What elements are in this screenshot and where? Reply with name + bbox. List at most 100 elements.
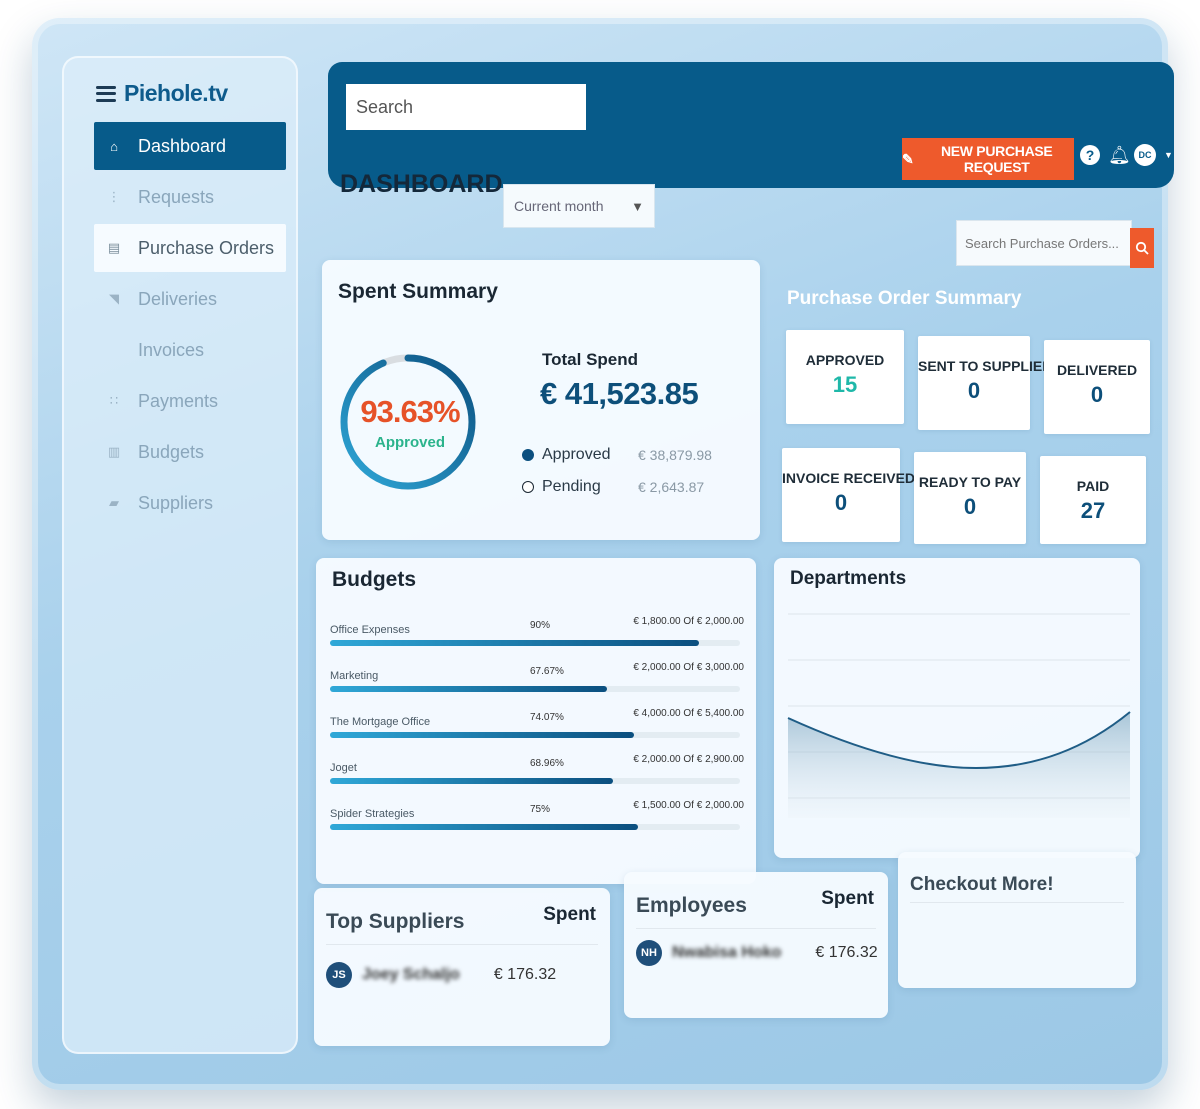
- sidebar-item-invoices[interactable]: Invoices: [94, 326, 286, 374]
- divider: [636, 928, 876, 929]
- budget-progress-track: [330, 732, 740, 738]
- po-status-approved[interactable]: APPROVED 15: [786, 330, 904, 424]
- sidebar-item-label: Requests: [138, 186, 215, 207]
- payments-icon: ∷: [109, 393, 119, 408]
- legend-pending: Pending € 2,643.87: [522, 478, 704, 496]
- home-icon: ⌂: [110, 138, 118, 154]
- po-status-label: PAID: [1076, 478, 1110, 494]
- sidebar-item-label: Payments: [138, 390, 219, 411]
- purchase-order-search-button[interactable]: [1130, 228, 1154, 268]
- brand-logo: Piehole.tv: [124, 80, 228, 106]
- budget-progress-track: [330, 824, 740, 830]
- po-status-paid[interactable]: PAID 27: [1040, 456, 1146, 544]
- chevron-down-icon[interactable]: ▼: [1164, 150, 1173, 160]
- budget-name: Spider Strategies: [330, 808, 415, 820]
- budget-row: Marketing 67.67% € 2,000.00 Of € 3,000.0…: [330, 662, 744, 700]
- new-purchase-request-label: NEW PURCHASE REQUEST: [940, 143, 1053, 175]
- employees-card: Employees Spent NH Nwabisa Hoko € 176.32: [624, 872, 888, 1018]
- employee-spent: € 176.32: [815, 944, 878, 961]
- budget-percent: 68.96%: [530, 758, 564, 769]
- document-icon: ▤: [107, 240, 121, 255]
- period-select[interactable]: Current month ▼: [503, 184, 655, 228]
- checkout-more-title: Checkout More!: [910, 874, 1054, 895]
- budgets-title: Budgets: [332, 568, 416, 591]
- search-icon: [1135, 241, 1149, 255]
- po-status-value: 27: [1080, 498, 1106, 523]
- top-suppliers-title: Top Suppliers: [326, 910, 465, 933]
- sidebar-item-dashboard[interactable]: ⌂ Dashboard: [94, 122, 286, 170]
- purchase-order-summary-title: Purchase Order Summary: [787, 288, 1022, 309]
- po-status-ready-to-pay[interactable]: READY TO PAY 0: [914, 452, 1026, 544]
- budget-name: Office Expenses: [330, 624, 410, 636]
- menu-icon[interactable]: [96, 85, 116, 102]
- sidebar-item-label: Suppliers: [138, 492, 214, 513]
- employees-spent-header: Spent: [821, 888, 874, 909]
- employees-title: Employees: [636, 894, 747, 917]
- list-item[interactable]: JS Joey Schaljo € 176.32: [326, 962, 556, 988]
- legend-pending-value: € 2,643.87: [638, 479, 705, 495]
- deliveries-icon: ◥: [109, 291, 119, 306]
- budget-progress-track: [330, 778, 740, 784]
- chevron-down-icon: ▼: [631, 198, 644, 214]
- new-purchase-request-button[interactable]: ✎ NEW PURCHASE REQUEST: [902, 138, 1074, 180]
- sidebar: Piehole.tv ⌂ Dashboard ⋮ Requests ▤ Purc…: [62, 56, 298, 1054]
- page-title: DASHBOARD: [340, 170, 503, 198]
- employee-name: Nwabisa Hoko: [672, 944, 782, 961]
- budget-amount: € 1,500.00 Of € 2,000.00: [633, 800, 744, 811]
- budget-progress-fill: [330, 824, 638, 830]
- po-status-sent-to-supplier[interactable]: SENT TO SUPPLIER 0: [918, 336, 1052, 430]
- budget-amount: € 2,000.00 Of € 2,900.00: [633, 754, 744, 765]
- sidebar-item-label: Dashboard: [138, 135, 227, 156]
- budget-amount: € 2,000.00 Of € 3,000.00: [633, 662, 744, 673]
- legend-approved-value: € 38,879.98: [638, 447, 712, 463]
- checkout-more-card[interactable]: Checkout More!: [898, 852, 1136, 988]
- departments-title: Departments: [790, 568, 907, 589]
- budget-progress-fill: [330, 778, 613, 784]
- budget-progress-track: [330, 640, 740, 646]
- sidebar-item-requests[interactable]: ⋮ Requests: [94, 173, 286, 221]
- purchase-order-search-input[interactable]: [956, 220, 1132, 266]
- departments-area-chart: [787, 613, 1131, 818]
- sidebar-item-label: Budgets: [138, 441, 205, 462]
- budget-row: The Mortgage Office 74.07% € 4,000.00 Of…: [330, 708, 744, 746]
- area-fill: [788, 712, 1130, 818]
- po-status-label: READY TO PAY: [918, 474, 1022, 490]
- truck-icon: ▰: [109, 495, 119, 510]
- help-icon[interactable]: ?: [1080, 145, 1100, 165]
- brand: Piehole.tv: [96, 80, 228, 107]
- budget-name: Joget: [330, 762, 357, 774]
- approved-percent-label: Approved: [374, 434, 445, 451]
- budget-progress-fill: [330, 640, 699, 646]
- top-icons: ? 🔔︎ DC ▼: [1080, 144, 1173, 166]
- legend-approved-label: Approved: [542, 446, 611, 463]
- sidebar-item-payments[interactable]: ∷ Payments: [94, 377, 286, 425]
- sidebar-item-deliveries[interactable]: ◥ Deliveries: [94, 275, 286, 323]
- budget-name: The Mortgage Office: [330, 716, 431, 728]
- user-avatar[interactable]: DC: [1134, 144, 1156, 166]
- budget-row: Spider Strategies 75% € 1,500.00 Of € 2,…: [330, 800, 744, 838]
- po-status-delivered[interactable]: DELIVERED 0: [1044, 340, 1150, 434]
- budget-row: Joget 68.96% € 2,000.00 Of € 2,900.00: [330, 754, 744, 792]
- sidebar-item-suppliers[interactable]: ▰ Suppliers: [94, 479, 286, 527]
- sidebar-item-budgets[interactable]: ▥ Budgets: [94, 428, 286, 476]
- bell-icon[interactable]: 🔔︎: [1108, 144, 1131, 166]
- avatar: NH: [636, 940, 662, 966]
- budget-amount: € 4,000.00 Of € 5,400.00: [633, 708, 744, 719]
- sidebar-item-purchase-orders[interactable]: ▤ Purchase Orders: [94, 224, 286, 272]
- list-item[interactable]: NH Nwabisa Hoko € 176.32: [636, 940, 878, 966]
- budget-percent: 75%: [530, 804, 551, 815]
- po-status-value: 0: [963, 494, 977, 519]
- legend-pending-label: Pending: [542, 478, 601, 495]
- top-suppliers-spent-header: Spent: [543, 904, 596, 925]
- search-input[interactable]: [346, 84, 586, 130]
- total-spend-value: € 41,523.85: [540, 376, 699, 411]
- legend-approved: Approved € 38,879.98: [522, 446, 712, 464]
- po-status-invoice-received[interactable]: INVOICE RECEIVED 0: [782, 448, 915, 542]
- requests-icon: ⋮: [107, 189, 121, 204]
- sidebar-item-label: Deliveries: [138, 288, 218, 309]
- budgets-card: Budgets Office Expenses 90% € 1,800.00 O…: [316, 558, 756, 884]
- budget-row: Office Expenses 90% € 1,800.00 Of € 2,00…: [330, 616, 744, 654]
- period-select-value: Current month: [514, 198, 604, 214]
- total-spend-label: Total Spend: [542, 350, 639, 369]
- budget-amount: € 1,800.00 Of € 2,000.00: [633, 616, 744, 627]
